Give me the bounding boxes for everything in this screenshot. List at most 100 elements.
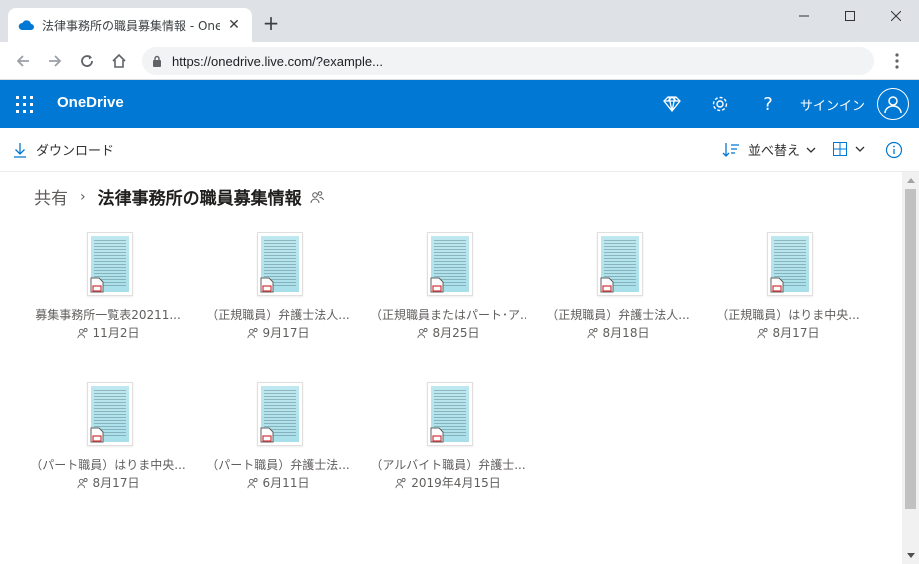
shared-people-icon <box>586 327 598 338</box>
file-date: 8月17日 <box>772 326 820 340</box>
file-name: 募集事務所一覧表20211... <box>35 308 181 322</box>
avatar-icon[interactable] <box>877 88 909 120</box>
info-icon[interactable] <box>885 141 903 159</box>
sort-icon <box>722 142 739 157</box>
file-thumbnail <box>427 232 473 296</box>
address-bar: https://onedrive.live.com/?example... <box>0 42 919 80</box>
premium-diamond-icon[interactable] <box>662 94 682 114</box>
download-icon <box>14 142 26 158</box>
close-window-icon[interactable] <box>873 0 919 32</box>
file-date: 8月17日 <box>92 476 140 490</box>
page-title: 法律事務所の職員募集情報 <box>97 189 302 209</box>
file-name: （正規職員）弁護士法人... <box>206 308 350 322</box>
view-switcher-button[interactable] <box>833 142 865 156</box>
file-thumbnail <box>87 232 133 296</box>
file-name: （正規職員）はりま中央... <box>716 308 860 322</box>
file-tile[interactable]: （正規職員またはパート･ア... 8月25日 <box>370 230 526 362</box>
file-date: 8月18日 <box>602 326 650 340</box>
browser-menu-icon[interactable] <box>888 52 906 70</box>
file-tile[interactable]: （アルバイト職員）弁護士... 2019年4月15日 <box>370 380 526 512</box>
scroll-down-icon[interactable] <box>902 547 919 564</box>
pdf-file-icon <box>260 277 274 293</box>
reload-icon[interactable] <box>76 50 98 72</box>
download-label: ダウンロード <box>36 144 115 159</box>
shared-people-icon <box>416 327 428 338</box>
sort-button[interactable]: 並べ替え <box>722 140 816 159</box>
file-thumbnail <box>597 232 643 296</box>
brand-title[interactable]: OneDrive <box>57 94 124 111</box>
breadcrumb: 共有 › 法律事務所の職員募集情報 <box>34 184 324 209</box>
file-tile[interactable]: （正規職員）弁護士法人... 9月17日 <box>200 230 356 362</box>
file-meta: 8月17日 <box>710 324 866 341</box>
browser-tab[interactable]: 法律事務所の職員募集情報 - One ✕ <box>8 8 252 42</box>
shared-people-icon <box>246 477 258 488</box>
minimize-icon[interactable] <box>781 0 827 32</box>
file-meta: 6月11日 <box>200 474 356 491</box>
url-input[interactable]: https://onedrive.live.com/?example... <box>142 47 874 75</box>
download-button[interactable]: ダウンロード <box>14 140 114 159</box>
file-date: 9月17日 <box>262 326 310 340</box>
pdf-file-icon <box>90 277 104 293</box>
file-tile[interactable]: 募集事務所一覧表20211... 11月2日 <box>30 230 186 362</box>
pdf-file-icon <box>260 427 274 443</box>
grid-view-icon <box>833 142 847 156</box>
shared-people-icon <box>310 190 324 203</box>
signin-link[interactable]: サインイン <box>800 95 865 114</box>
file-tile[interactable]: （正規職員）弁護士法人... 8月18日 <box>540 230 696 362</box>
app-launcher-icon[interactable] <box>16 96 33 113</box>
forward-icon[interactable] <box>44 50 66 72</box>
onedrive-header: OneDrive ? サインイン <box>0 80 919 128</box>
url-text: https://onedrive.live.com/?example... <box>172 53 383 69</box>
browser-tab-strip: 法律事務所の職員募集情報 - One ✕ + <box>0 0 919 42</box>
file-meta: 9月17日 <box>200 324 356 341</box>
breadcrumb-root[interactable]: 共有 <box>34 184 68 209</box>
file-date: 6月11日 <box>262 476 310 490</box>
shared-people-icon <box>395 477 406 488</box>
file-thumbnail <box>257 382 303 446</box>
sort-label: 並べ替え <box>748 144 801 159</box>
tab-title: 法律事務所の職員募集情報 - One <box>42 18 220 33</box>
file-meta: 8月25日 <box>370 324 526 341</box>
home-icon[interactable] <box>108 50 130 72</box>
file-thumbnail <box>257 232 303 296</box>
scrollbar[interactable] <box>902 172 919 564</box>
new-tab-button[interactable]: + <box>260 11 282 35</box>
scroll-up-icon[interactable] <box>902 172 919 189</box>
file-name: （パート職員）はりま中央... <box>30 458 186 472</box>
shared-people-icon <box>76 327 88 338</box>
file-meta: 8月17日 <box>30 474 186 491</box>
file-tile[interactable]: （パート職員）はりま中央... 8月17日 <box>30 380 186 512</box>
file-name: （アルバイト職員）弁護士... <box>370 458 526 472</box>
file-date: 8月25日 <box>432 326 480 340</box>
shared-people-icon <box>246 327 258 338</box>
lock-icon <box>152 55 162 67</box>
file-tile[interactable]: （正規職員）はりま中央... 8月17日 <box>710 230 866 362</box>
pdf-file-icon <box>430 277 444 293</box>
file-meta: 2019年4月15日 <box>370 474 526 491</box>
file-thumbnail <box>767 232 813 296</box>
close-tab-icon[interactable]: ✕ <box>226 17 242 33</box>
onedrive-cloud-icon <box>18 17 34 33</box>
file-meta: 8月18日 <box>540 324 696 341</box>
breadcrumb-separator-icon: › <box>80 188 86 205</box>
pdf-file-icon <box>430 427 444 443</box>
pdf-file-icon <box>90 427 104 443</box>
help-icon[interactable]: ? <box>758 94 778 115</box>
file-name: （パート職員）弁護士法... <box>206 458 350 472</box>
command-bar: ダウンロード 並べ替え <box>0 128 919 172</box>
file-name: （正規職員）弁護士法人... <box>546 308 690 322</box>
file-meta: 11月2日 <box>30 324 186 341</box>
file-date: 11月2日 <box>92 326 140 340</box>
pdf-file-icon <box>770 277 784 293</box>
file-thumbnail <box>427 382 473 446</box>
file-name: （正規職員またはパート･ア... <box>370 308 526 322</box>
shared-people-icon <box>756 327 768 338</box>
chevron-down-icon <box>806 147 816 153</box>
maximize-icon[interactable] <box>827 0 873 32</box>
file-thumbnail <box>87 382 133 446</box>
back-icon[interactable] <box>12 50 34 72</box>
scrollbar-thumb[interactable] <box>905 189 916 509</box>
shared-people-icon <box>76 477 88 488</box>
settings-gear-icon[interactable] <box>710 94 730 114</box>
file-tile[interactable]: （パート職員）弁護士法... 6月11日 <box>200 380 356 512</box>
